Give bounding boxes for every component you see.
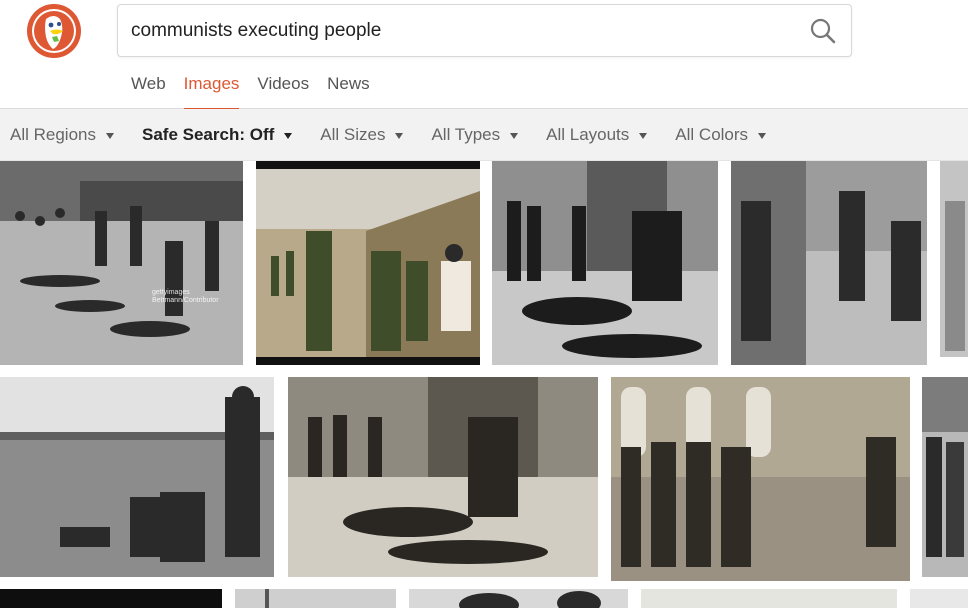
search-type-tabs: Web Images Videos News <box>131 73 370 110</box>
watermark-line: gettyimages <box>152 289 190 296</box>
image-result[interactable] <box>910 589 968 608</box>
filter-bar: All Regions Safe Search: Off All Sizes A… <box>0 109 968 161</box>
image-result[interactable] <box>492 161 718 365</box>
tab-news[interactable]: News <box>327 73 370 109</box>
image-result[interactable] <box>641 589 897 608</box>
image-result[interactable] <box>0 589 222 608</box>
tab-images[interactable]: Images <box>183 73 239 110</box>
safe-search-dropdown[interactable]: Safe Search: Off <box>142 124 293 145</box>
caret-down-icon <box>639 132 648 139</box>
search-box <box>117 4 852 57</box>
filter-label: All Types <box>431 124 501 144</box>
image-result[interactable] <box>940 161 968 357</box>
filter-label: Safe Search: Off <box>142 124 275 144</box>
filter-label: All Regions <box>10 124 96 144</box>
caret-down-icon <box>758 132 767 139</box>
size-filter-dropdown[interactable]: All Sizes <box>320 124 404 145</box>
magnifier-icon[interactable] <box>809 17 837 45</box>
image-results-grid: gettyimages Bettmann/Contributor <box>0 161 968 608</box>
image-result[interactable] <box>409 589 628 608</box>
color-filter-dropdown[interactable]: All Colors <box>675 124 767 145</box>
image-result[interactable] <box>731 161 927 365</box>
header: Web Images Videos News <box>0 0 968 110</box>
filter-label: All Sizes <box>320 124 386 144</box>
filter-label: All Colors <box>675 124 749 144</box>
layout-filter-dropdown[interactable]: All Layouts <box>546 124 648 145</box>
caret-down-icon <box>106 132 114 139</box>
caret-down-icon <box>510 132 519 139</box>
filter-label: All Layouts <box>546 124 630 144</box>
image-result[interactable] <box>922 377 968 577</box>
caret-down-icon <box>284 132 293 139</box>
tab-videos[interactable]: Videos <box>257 73 309 109</box>
tab-web[interactable]: Web <box>131 73 166 109</box>
image-result[interactable] <box>0 377 274 577</box>
duckduckgo-logo-icon[interactable] <box>26 3 82 59</box>
watermark-line: Bettmann/Contributor <box>152 297 219 304</box>
image-result[interactable] <box>611 377 910 581</box>
search-input[interactable] <box>131 5 791 56</box>
image-result[interactable] <box>288 377 598 577</box>
region-filter-dropdown[interactable]: All Regions <box>10 125 114 145</box>
caret-down-icon <box>395 132 404 139</box>
image-result[interactable]: gettyimages Bettmann/Contributor <box>0 161 243 365</box>
image-result[interactable] <box>235 589 396 608</box>
type-filter-dropdown[interactable]: All Types <box>431 124 519 145</box>
image-result[interactable] <box>256 161 480 365</box>
